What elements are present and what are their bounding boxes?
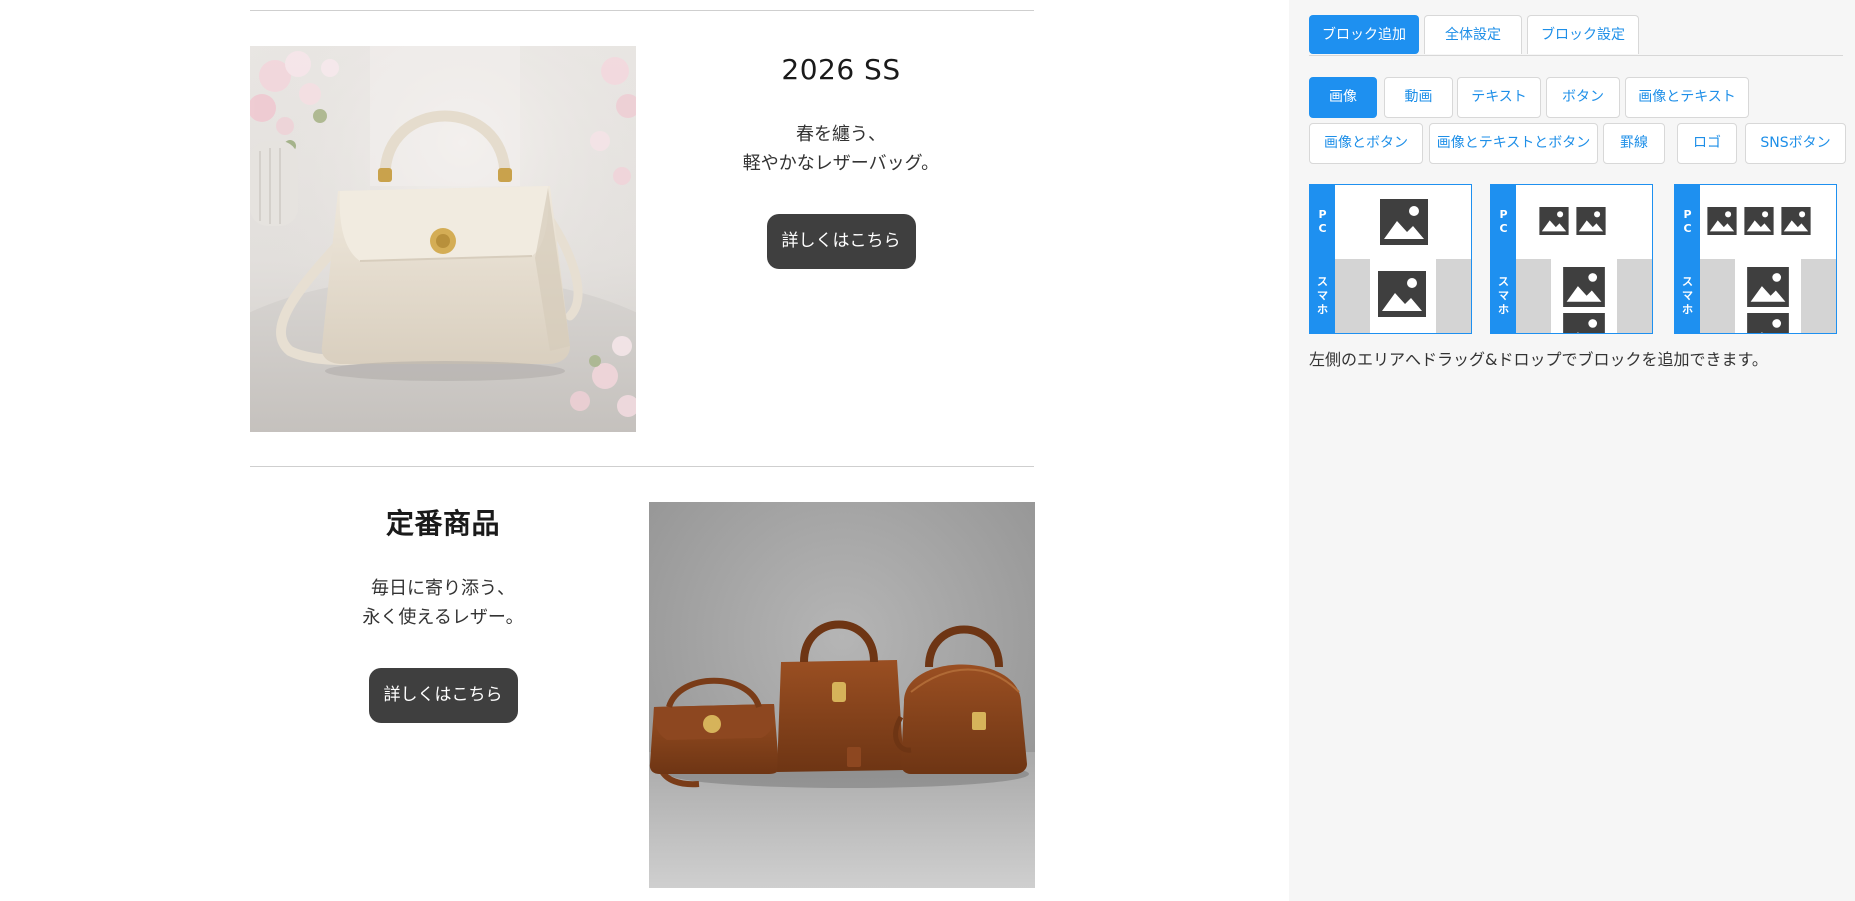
category-divider[interactable]: 罫線: [1603, 123, 1665, 164]
image-placeholder-icon: [1747, 313, 1789, 333]
divider-line[interactable]: [250, 466, 1034, 467]
template-two-images[interactable]: PC スマホ: [1490, 184, 1653, 334]
smartphone-preview: [1700, 259, 1836, 333]
pc-label-strip: PC: [1491, 185, 1516, 259]
image-placeholder-icon: [1747, 267, 1789, 307]
smartphone-preview-column: [1735, 259, 1801, 333]
drag-drop-help-text: 左側のエリアへドラッグ&ドロップでブロックを追加できます。: [1309, 350, 1768, 369]
image-placeholder-icon: [1744, 207, 1774, 235]
pc-label-strip: PC: [1675, 185, 1700, 259]
block-2-copy-line2: 永く使えるレザー。: [362, 607, 524, 628]
block-1-text[interactable]: 2026 SS 春を纏う、 軽やかなレザーバッグ。 詳しくはこちら: [648, 50, 1034, 269]
block-2-text[interactable]: 定番商品 毎日に寄り添う、 永く使えるレザー。 詳しくはこちら: [250, 504, 636, 723]
pc-label: PC: [1318, 208, 1327, 235]
category-image-and-button[interactable]: 画像とボタン: [1309, 123, 1423, 164]
image-placeholder-icon: [1781, 207, 1811, 235]
tab-global-settings[interactable]: 全体設定: [1424, 15, 1522, 54]
block-panel: ブロック追加 全体設定 ブロック設定 画像 動画 テキスト ボタン 画像とテキス…: [1289, 0, 1855, 901]
category-image-text-button[interactable]: 画像とテキストとボタン: [1429, 123, 1598, 164]
image-placeholder-icon: [1539, 207, 1569, 235]
divider-line[interactable]: [250, 10, 1034, 11]
category-sns-button[interactable]: SNSボタン: [1745, 123, 1846, 164]
brown-bags-photo: [649, 502, 1035, 888]
category-logo[interactable]: ロゴ: [1677, 123, 1737, 164]
image-placeholder-icon: [1380, 199, 1428, 245]
block-1-details-button[interactable]: 詳しくはこちら: [766, 214, 916, 269]
smartphone-label-strip: スマホ: [1310, 259, 1335, 333]
smartphone-label-strip: スマホ: [1675, 259, 1700, 333]
panel-tabs: ブロック追加 全体設定 ブロック設定: [1309, 15, 1843, 56]
category-video[interactable]: 動画: [1384, 77, 1453, 118]
template-three-images[interactable]: PC スマホ: [1674, 184, 1837, 334]
block-1-copy-line1: 春を纏う、: [796, 124, 886, 145]
category-image-and-text[interactable]: 画像とテキスト: [1625, 77, 1749, 118]
smartphone-preview-column: [1551, 259, 1617, 333]
image-placeholder-icon: [1378, 271, 1426, 317]
smartphone-label-strip: スマホ: [1491, 259, 1516, 333]
tab-add-block[interactable]: ブロック追加: [1309, 15, 1419, 54]
pc-label-strip: PC: [1310, 185, 1335, 259]
pc-label: PC: [1499, 208, 1508, 235]
block-2-copy-line1: 毎日に寄り添う、: [371, 578, 515, 599]
block-2-details-button[interactable]: 詳しくはこちら: [368, 668, 518, 723]
block-1-copy: 春を纏う、 軽やかなレザーバッグ。: [648, 120, 1034, 178]
product-image-beige-handbag[interactable]: [250, 46, 636, 432]
smartphone-preview-column: [1370, 259, 1436, 333]
smartphone-label: スマホ: [1682, 275, 1693, 316]
block-1-copy-line2: 軽やかなレザーバッグ。: [742, 153, 940, 174]
smartphone-label: スマホ: [1498, 275, 1509, 316]
smartphone-preview: [1516, 259, 1652, 333]
image-placeholder-icon: [1707, 207, 1737, 235]
block-2-title: 定番商品: [385, 507, 500, 540]
product-image-brown-bags[interactable]: [649, 502, 1035, 888]
category-image[interactable]: 画像: [1309, 77, 1377, 118]
pc-label: PC: [1683, 208, 1692, 235]
image-placeholder-icon: [1563, 267, 1605, 307]
image-placeholder-icon: [1563, 313, 1605, 333]
smartphone-preview: [1335, 259, 1471, 333]
smartphone-label: スマホ: [1317, 275, 1328, 316]
tab-block-settings[interactable]: ブロック設定: [1527, 15, 1639, 54]
beige-handbag-photo: [250, 46, 636, 432]
category-text[interactable]: テキスト: [1457, 77, 1541, 118]
block-1-title: 2026 SS: [781, 53, 901, 86]
page-canvas: 2026 SS 春を纏う、 軽やかなレザーバッグ。 詳しくはこちら 定番商品 毎…: [0, 0, 1289, 901]
image-placeholder-icon: [1576, 207, 1606, 235]
category-button[interactable]: ボタン: [1546, 77, 1620, 118]
template-single-image[interactable]: PC スマホ: [1309, 184, 1472, 334]
block-2-copy: 毎日に寄り添う、 永く使えるレザー。: [250, 574, 636, 632]
